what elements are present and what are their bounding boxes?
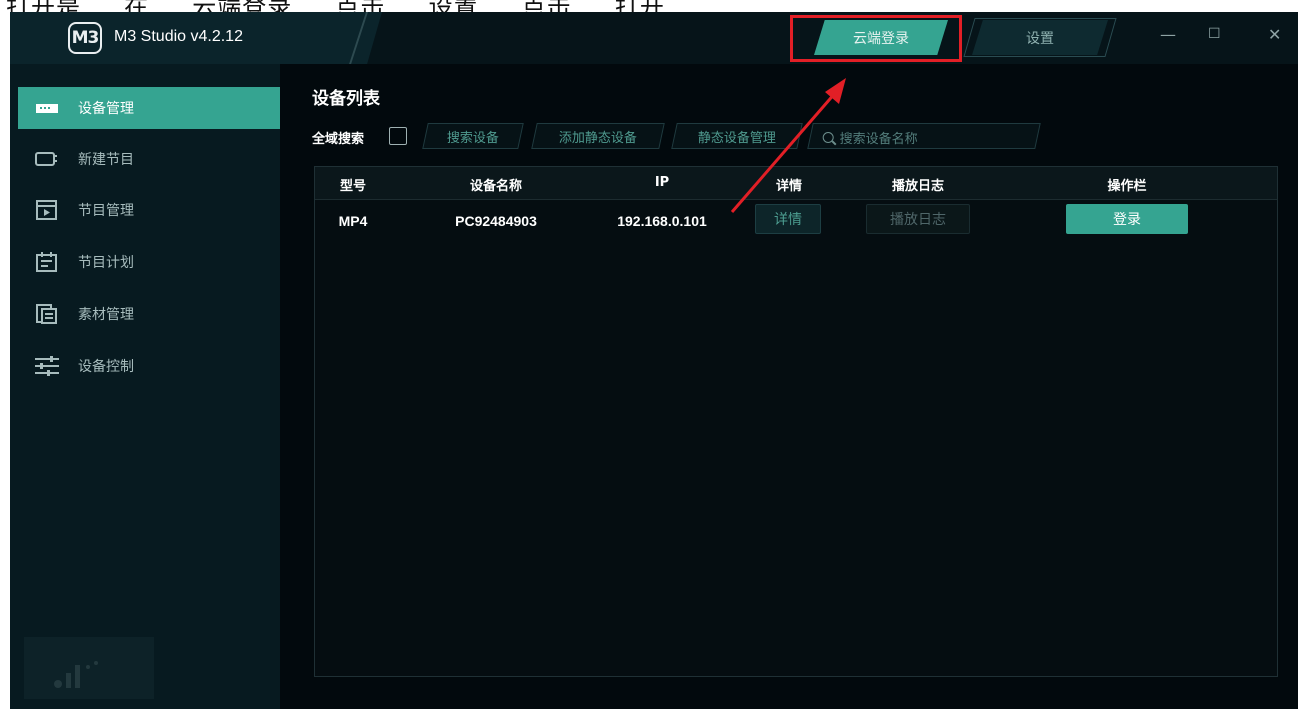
annotation-arrow <box>730 78 846 213</box>
app-window: M3 M3 Studio v4.2.12 云端登录 设置 — ☐ ✕ 设备管理 … <box>10 12 1298 709</box>
document-text: 打开是 ... 在 ... 云端登录 ... 点击 ... 设置 ... 点击 … <box>6 0 665 12</box>
document-text-strip: 打开是 ... 在 ... 云端登录 ... 点击 ... 设置 ... 点击 … <box>0 0 1298 12</box>
